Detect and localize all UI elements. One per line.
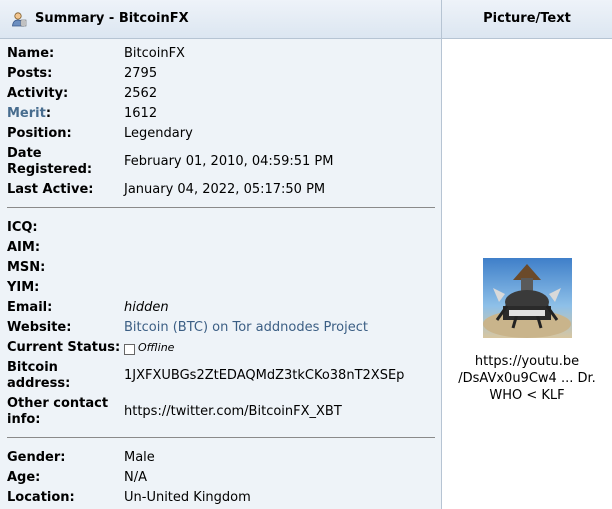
merit-label-group: Merit: bbox=[7, 106, 51, 122]
merit-link[interactable]: Merit bbox=[7, 106, 46, 121]
status-text: Offline bbox=[138, 341, 175, 354]
gender-value: Male bbox=[124, 450, 155, 465]
activity-label: Activity: bbox=[7, 86, 69, 101]
position-label: Position: bbox=[7, 126, 72, 141]
date-registered-label-2: Registered: bbox=[7, 162, 93, 177]
signature-line-3: WHO < KLF bbox=[489, 388, 565, 403]
name-value: BitcoinFX bbox=[124, 46, 185, 61]
aim-label: AIM: bbox=[7, 240, 41, 255]
age-label: Age: bbox=[7, 470, 41, 485]
website-link[interactable]: Bitcoin (BTC) on Tor addnodes Project bbox=[124, 320, 368, 336]
gender-label: Gender: bbox=[7, 450, 66, 465]
msn-label: MSN: bbox=[7, 260, 46, 275]
signature-text: https://youtu.be /DsAVx0u9Cw4 ... Dr. WH… bbox=[442, 353, 612, 404]
picture-header: Picture/Text bbox=[442, 0, 612, 39]
icq-label: ICQ: bbox=[7, 220, 38, 235]
status-label: Current Status: bbox=[7, 340, 121, 355]
user-icon bbox=[12, 12, 27, 27]
date-registered-value: February 01, 2010, 04:59:51 PM bbox=[124, 154, 334, 169]
posts-value[interactable]: 2795 bbox=[124, 66, 157, 82]
divider bbox=[7, 437, 435, 438]
other-contact-label-1: Other contact bbox=[7, 396, 109, 411]
status-value: Offline bbox=[124, 340, 174, 359]
other-contact-value: https://twitter.com/BitcoinFX_XBT bbox=[124, 404, 342, 419]
posts-label: Posts: bbox=[7, 66, 53, 81]
date-registered-label-1: Date bbox=[7, 146, 42, 161]
name-label: Name: bbox=[7, 46, 55, 61]
location-value: Un-United Kingdom bbox=[124, 490, 251, 505]
activity-value: 2562 bbox=[124, 86, 158, 101]
profile-details: Name: BitcoinFX Posts: 2795 Activity: 25… bbox=[0, 39, 441, 509]
bitcoin-address-value: 1JXFXUBGs2ZtEDAQMdZ3tkCKo38nT2XSEp bbox=[124, 368, 405, 383]
avatar bbox=[483, 258, 572, 338]
website-label: Website: bbox=[7, 320, 72, 335]
bitcoin-address-label-1: Bitcoin bbox=[7, 360, 58, 375]
summary-header: Summary - BitcoinFX bbox=[0, 0, 441, 39]
signature-line-1: https://youtu.be bbox=[474, 354, 580, 369]
divider bbox=[7, 207, 435, 208]
position-value: Legendary bbox=[124, 126, 193, 141]
merit-colon: : bbox=[45, 106, 52, 121]
other-contact-label-2: info: bbox=[7, 412, 41, 427]
picture-panel: https://youtu.be /DsAVx0u9Cw4 ... Dr. WH… bbox=[442, 39, 612, 509]
summary-title: Summary - BitcoinFX bbox=[35, 11, 189, 26]
profile-summary: Summary - BitcoinFX Picture/Text Name: B… bbox=[0, 0, 612, 509]
yim-label: YIM: bbox=[7, 280, 40, 295]
signature-line-2: /DsAVx0u9Cw4 ... Dr. bbox=[458, 371, 596, 386]
age-value: N/A bbox=[124, 470, 147, 485]
last-active-label: Last Active: bbox=[7, 182, 94, 197]
bitcoin-address-label-2: address: bbox=[7, 376, 71, 391]
merit-value: 1612 bbox=[124, 106, 158, 121]
email-value: hidden bbox=[124, 300, 169, 315]
last-active-value: January 04, 2022, 05:17:50 PM bbox=[124, 182, 326, 197]
location-label: Location: bbox=[7, 490, 75, 505]
email-label: Email: bbox=[7, 300, 53, 315]
offline-icon bbox=[124, 344, 135, 355]
